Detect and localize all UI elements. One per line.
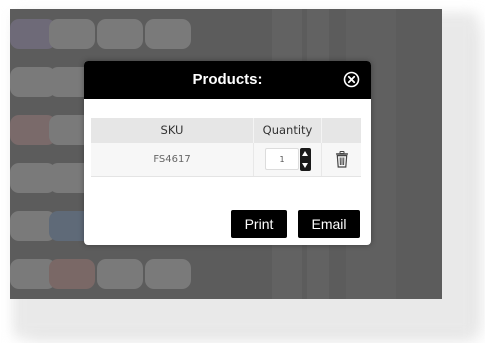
column-header-sku: SKU [91,118,254,143]
column-header-actions [322,118,361,143]
modal-title: Products: [192,71,263,88]
increment-arrow-icon[interactable] [300,148,311,159]
quantity-cell: 1 [254,143,322,176]
quantity-stepper [300,148,311,171]
table-header-row: SKU Quantity [91,118,361,143]
close-circle-icon[interactable] [343,71,360,88]
column-header-quantity: Quantity [254,118,322,143]
sku-cell: FS4617 [91,143,254,176]
background-tile [49,259,95,289]
quantity-input[interactable]: 1 [265,148,299,170]
email-button[interactable]: Email [298,210,360,238]
table-row: FS4617 1 [91,143,361,177]
products-modal: Products: SKU Quantity FS4617 1 Print Em… [84,61,371,245]
modal-header: Products: [84,61,371,99]
decrement-arrow-icon[interactable] [300,160,311,171]
background-tile [145,19,191,49]
print-button[interactable]: Print [231,210,287,238]
background-tile [49,19,95,49]
background-tile [145,259,191,289]
trash-icon[interactable] [335,151,349,168]
background-tile [97,259,143,289]
actions-cell [322,143,361,176]
background-tile [97,19,143,49]
